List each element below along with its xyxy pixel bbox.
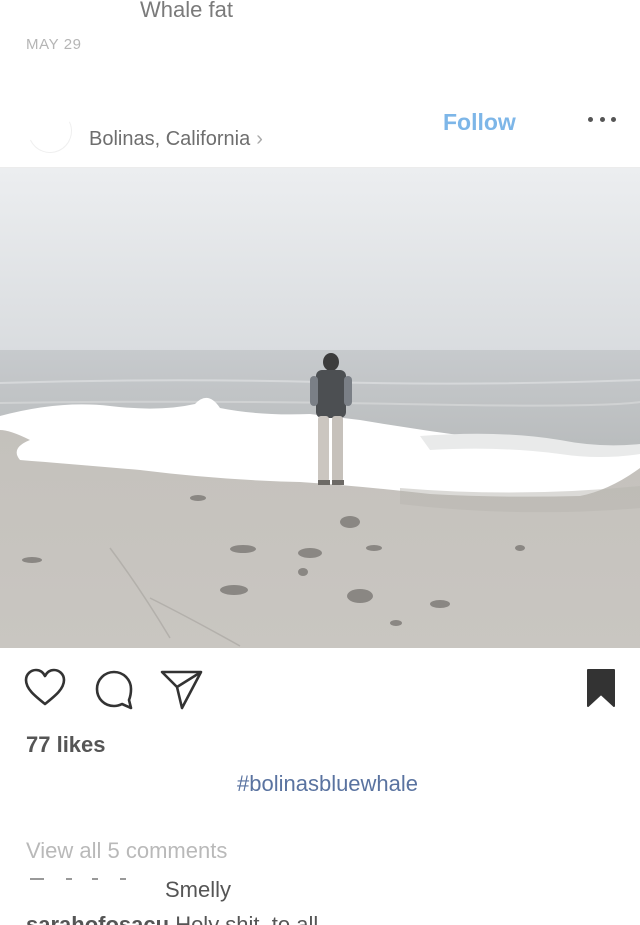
hashtag-link[interactable]: #bolinasbluewhale <box>237 771 418 797</box>
comment-row: sarahofosacu Holy shit, to all <box>26 912 318 925</box>
follow-button[interactable]: Follow <box>443 109 516 136</box>
comment-username-clipped[interactable] <box>26 864 156 888</box>
comment-username[interactable]: sarahofosacu <box>26 912 169 925</box>
previous-post-caption: Whale fat <box>140 0 233 22</box>
beach-photo <box>0 168 640 648</box>
save-button[interactable] <box>586 668 616 713</box>
like-button[interactable] <box>24 668 66 713</box>
more-horizontal-icon-dot <box>599 116 605 122</box>
post-actions <box>0 668 640 712</box>
comment-button[interactable] <box>93 668 135 715</box>
comment-text: Smelly <box>165 877 232 902</box>
instagram-feed-screen: Whale fat MAY 29 Bolinas, California › F… <box>0 0 640 925</box>
chevron-right-icon: › <box>256 128 263 150</box>
more-horizontal-icon-dot <box>611 116 616 122</box>
more-horizontal-icon-dot <box>588 116 593 122</box>
previous-post-date: MAY 29 <box>26 36 82 53</box>
post-photo[interactable] <box>0 168 640 648</box>
comment-bubble-icon <box>95 670 133 710</box>
heart-icon <box>24 668 66 706</box>
sky <box>0 168 640 353</box>
location-label: Bolinas, California <box>89 128 251 150</box>
view-all-comments-link[interactable]: View all 5 comments <box>26 838 227 864</box>
paper-plane-icon <box>160 670 203 710</box>
bookmark-icon <box>587 669 615 707</box>
share-button[interactable] <box>160 668 204 715</box>
comment-text: Holy shit, to all <box>175 912 319 925</box>
more-options-button[interactable] <box>588 107 616 131</box>
location-link[interactable]: Bolinas, California › <box>89 128 263 151</box>
avatar[interactable] <box>21 102 79 160</box>
post-header: Bolinas, California › Follow <box>0 95 640 168</box>
likes-count[interactable]: 77 likes <box>26 732 106 758</box>
